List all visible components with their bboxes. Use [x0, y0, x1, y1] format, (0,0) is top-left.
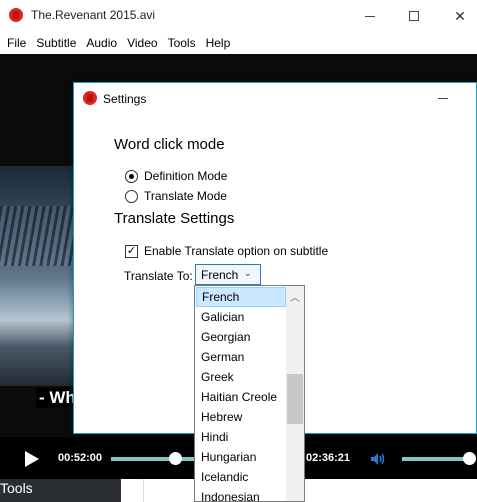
seek-bar[interactable]: [111, 457, 195, 461]
dialog-title-bar: Settings: [74, 83, 476, 114]
volume-slider[interactable]: [402, 457, 466, 461]
dropdown-option[interactable]: Haitian Creole: [196, 387, 286, 407]
checkbox[interactable]: ✓: [125, 244, 138, 258]
dropdown-option[interactable]: Indonesian: [196, 487, 286, 501]
radio-button[interactable]: [125, 169, 138, 183]
dropdown-option[interactable]: Greek: [196, 367, 286, 387]
menu-help[interactable]: Help: [201, 32, 236, 54]
dropdown-option[interactable]: Georgian: [196, 327, 286, 347]
maximize-icon: [409, 11, 419, 21]
menu-tools[interactable]: Tools: [163, 32, 201, 54]
dropdown-option[interactable]: Icelandic: [196, 467, 286, 487]
app-logo-icon: [9, 8, 23, 22]
close-icon: ✕: [454, 7, 466, 24]
dropdown-option[interactable]: Hebrew: [196, 407, 286, 427]
tools-panel: Tools: [0, 479, 121, 502]
language-select[interactable]: French ⌄: [195, 264, 261, 285]
menu-file[interactable]: File: [2, 32, 31, 54]
window-title: The.Revenant 2015.avi: [31, 8, 156, 22]
minimize-button[interactable]: [347, 0, 393, 32]
dropdown-option[interactable]: Hindi: [196, 427, 286, 447]
dropdown-option[interactable]: French: [196, 287, 286, 307]
checkbox-label: Enable Translate option on subtitle: [144, 244, 329, 258]
dropdown-option[interactable]: Hungarian: [196, 447, 286, 467]
divider: [143, 479, 144, 502]
enable-translate-checkbox[interactable]: ✓ Enable Translate option on subtitle: [125, 242, 328, 260]
video-frame: [0, 166, 74, 386]
menu-subtitle[interactable]: Subtitle: [31, 32, 81, 54]
total-time: 02:36:21: [306, 452, 351, 464]
seek-thumb[interactable]: [169, 452, 182, 465]
speaker-icon[interactable]: [370, 451, 386, 467]
menu-video[interactable]: Video: [122, 32, 162, 54]
chevron-down-icon: ⌄: [244, 268, 252, 278]
close-button[interactable]: ✕: [437, 0, 477, 32]
radio-translate-mode[interactable]: Translate Mode: [125, 187, 227, 205]
menu-bar: File Subtitle Audio Video Tools Help: [0, 32, 477, 54]
dialog-title: Settings: [103, 92, 147, 106]
minimize-icon: [365, 15, 375, 17]
volume-thumb[interactable]: [463, 452, 476, 465]
radio-definition-mode[interactable]: Definition Mode: [125, 167, 227, 185]
dropdown-option[interactable]: German: [196, 347, 286, 367]
title-bar: The.Revenant 2015.avi ✕: [0, 0, 477, 32]
scrollbar-thumb[interactable]: [287, 374, 303, 424]
translate-to-label: Translate To:: [124, 269, 193, 283]
translate-settings-heading: Translate Settings: [114, 210, 235, 227]
language-dropdown[interactable]: French Galician Georgian German Greek Ha…: [194, 285, 305, 502]
dropdown-option[interactable]: Galician: [196, 307, 286, 327]
word-click-heading: Word click mode: [114, 136, 225, 153]
select-value: French: [201, 267, 239, 282]
dropdown-scrollbar[interactable]: ︿: [286, 286, 304, 501]
arrow-up-icon[interactable]: ︿: [290, 289, 300, 304]
maximize-button[interactable]: [391, 0, 437, 32]
dialog-minimize-button[interactable]: [438, 98, 448, 99]
play-icon[interactable]: [25, 451, 39, 467]
current-time: 00:52:00: [58, 452, 103, 464]
tools-label[interactable]: Tools: [0, 480, 33, 496]
radio-label: Definition Mode: [144, 169, 228, 183]
app-logo-icon: [83, 91, 97, 105]
radio-label: Translate Mode: [144, 189, 227, 203]
radio-button[interactable]: [125, 189, 138, 203]
menu-audio[interactable]: Audio: [81, 32, 122, 54]
